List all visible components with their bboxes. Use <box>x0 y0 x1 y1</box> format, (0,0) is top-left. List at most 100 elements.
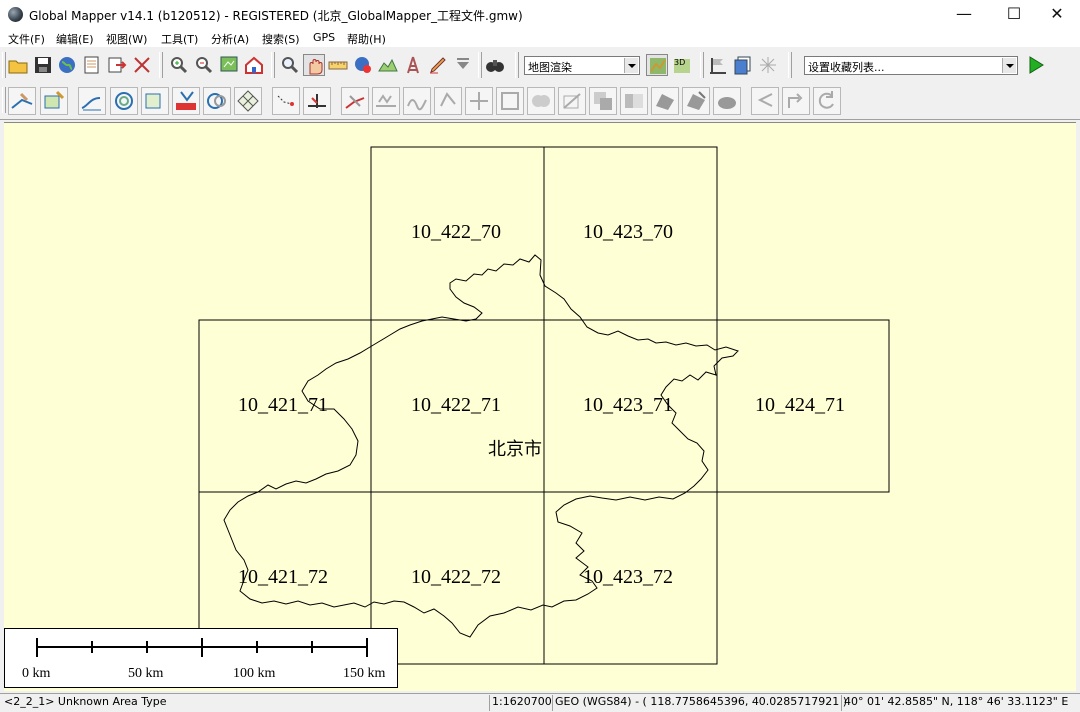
window-title: Global Mapper v14.1 (b120512) - REGISTER… <box>29 9 523 23</box>
tile-label: 10_423_70 <box>583 221 673 243</box>
difference-icon[interactable] <box>620 87 648 115</box>
chevron-down-icon[interactable] <box>1002 58 1016 73</box>
zoom-tool-icon[interactable] <box>279 54 301 76</box>
shader-icon[interactable] <box>646 54 668 76</box>
menu-bar: 文件(F) 编辑(E) 视图(W) 工具(T) 分析(A) 搜索(S) GPS … <box>0 30 1080 47</box>
buffer-icon[interactable] <box>203 87 231 115</box>
binoculars-icon[interactable] <box>484 54 506 76</box>
measure-icon[interactable] <box>327 54 349 76</box>
layer-control-icon[interactable] <box>732 54 754 76</box>
create-rectangle-icon[interactable] <box>141 87 169 115</box>
scale-bar: 0 km 50 km 100 km 150 km <box>4 628 398 688</box>
globe-app-icon <box>8 7 23 22</box>
menu-file[interactable]: 文件(F) <box>8 31 45 47</box>
digitizer-icon[interactable] <box>427 54 449 76</box>
menu-edit[interactable]: 编辑(E) <box>56 31 94 47</box>
scale-label-100: 100 km <box>233 666 276 681</box>
undo-icon[interactable] <box>751 87 779 115</box>
toolbar-grip <box>159 52 163 78</box>
rotate-icon[interactable] <box>434 87 462 115</box>
create-area-icon[interactable] <box>40 87 68 115</box>
edit-feature-icon[interactable] <box>8 87 36 115</box>
save-disk-icon[interactable] <box>32 54 54 76</box>
path-profile-icon[interactable] <box>377 54 399 76</box>
toolbar-grip <box>271 52 275 78</box>
render-mode-value: 地图渲染 <box>528 61 572 74</box>
svg-text:3D: 3D <box>674 58 685 67</box>
zoom-out-icon[interactable] <box>193 54 215 76</box>
open-folder-icon[interactable] <box>7 54 29 76</box>
redo-icon[interactable] <box>782 87 810 115</box>
zoom-in-icon[interactable] <box>168 54 190 76</box>
tile-label: 10_423_72 <box>583 566 673 588</box>
smooth-icon[interactable] <box>403 87 431 115</box>
toolbar-grip <box>2 52 6 78</box>
chevron-down-icon[interactable] <box>624 58 638 73</box>
insert-vertex-icon[interactable] <box>303 87 331 115</box>
digitizer-toolbar <box>0 83 1080 120</box>
refresh-icon[interactable] <box>813 87 841 115</box>
dropdown-tool-icon[interactable] <box>452 54 474 76</box>
menu-view[interactable]: 视图(W) <box>106 31 147 47</box>
run-play-icon[interactable] <box>1025 54 1047 76</box>
menu-help[interactable]: 帮助(H) <box>347 31 386 47</box>
pan-hand-icon[interactable] <box>303 54 325 76</box>
minimize-button[interactable]: — <box>941 0 987 30</box>
export-icon[interactable] <box>106 54 128 76</box>
status-feature: <2_2_1> Unknown Area Type <box>4 695 167 708</box>
city-label: 北京市 <box>488 439 542 460</box>
menu-gps[interactable]: GPS <box>313 31 335 44</box>
document-icon[interactable] <box>81 54 103 76</box>
info-icon[interactable] <box>352 54 374 76</box>
scale-label-150: 150 km <box>343 666 386 681</box>
status-coordinates: 40° 01' 42.8585" N, 118° 46' 33.1123" E <box>841 695 1078 711</box>
tile-label: 10_423_71 <box>583 394 673 416</box>
toolbar-grip <box>788 52 792 78</box>
favorites-value: 设置收藏列表... <box>808 61 885 74</box>
move-icon[interactable] <box>465 87 493 115</box>
tile-label: 10_422_70 <box>411 221 501 243</box>
cut-area-icon[interactable] <box>558 87 586 115</box>
main-toolbar: 地图渲染 3D 设置收藏列表... <box>0 48 1080 82</box>
menu-analysis[interactable]: 分析(A) <box>211 31 249 47</box>
toolbar-grip <box>478 52 482 78</box>
flag-icon[interactable] <box>707 54 729 76</box>
scale-label-50: 50 km <box>128 666 164 681</box>
tile-label: 10_422_71 <box>411 394 501 416</box>
create-line-icon[interactable] <box>78 87 106 115</box>
render-mode-select[interactable]: 地图渲染 <box>524 56 640 75</box>
status-projection: GEO (WGS84) - ( 118.7758645396, 40.02857… <box>552 695 847 711</box>
area-fill-icon[interactable] <box>713 87 741 115</box>
status-scale: 1:1620700 <box>489 695 552 711</box>
favorites-select[interactable]: 设置收藏列表... <box>804 56 1018 75</box>
tools-icon[interactable] <box>131 54 153 76</box>
combine-lines-icon[interactable] <box>372 87 400 115</box>
merge-areas-icon[interactable] <box>527 87 555 115</box>
create-range-ring-icon[interactable] <box>110 87 138 115</box>
grid-icon[interactable] <box>234 87 262 115</box>
3d-view-icon[interactable]: 3D <box>671 54 693 76</box>
area-edit-icon[interactable] <box>682 87 710 115</box>
menu-tools[interactable]: 工具(T) <box>161 31 198 47</box>
sparkle-icon[interactable] <box>757 54 779 76</box>
coordinates-icon[interactable] <box>172 87 200 115</box>
intersect-icon[interactable] <box>589 87 617 115</box>
globe-icon[interactable] <box>56 54 78 76</box>
maximize-button[interactable]: ☐ <box>991 0 1037 30</box>
area-shape-icon[interactable] <box>651 87 679 115</box>
full-view-icon[interactable] <box>218 54 240 76</box>
scale-icon[interactable] <box>496 87 524 115</box>
map-canvas[interactable]: 10_422_70 10_423_70 10_421_71 10_422_71 … <box>4 123 1076 691</box>
home-icon[interactable] <box>243 54 265 76</box>
split-line-icon[interactable] <box>341 87 369 115</box>
tile-label: 10_421_72 <box>238 566 328 588</box>
close-button[interactable]: ✕ <box>1034 0 1080 30</box>
toolbar-grip <box>515 52 519 78</box>
vertex-tool-icon[interactable] <box>272 87 300 115</box>
tile-label: 10_424_71 <box>755 394 845 416</box>
tower-icon[interactable] <box>402 54 424 76</box>
menu-search[interactable]: 搜索(S) <box>262 31 300 47</box>
status-bar: <2_2_1> Unknown Area Type 1:1620700 GEO … <box>0 693 1080 712</box>
map-view[interactable]: 10_422_70 10_423_70 10_421_71 10_422_71 … <box>4 122 1076 691</box>
toolbar-grip <box>700 52 704 78</box>
